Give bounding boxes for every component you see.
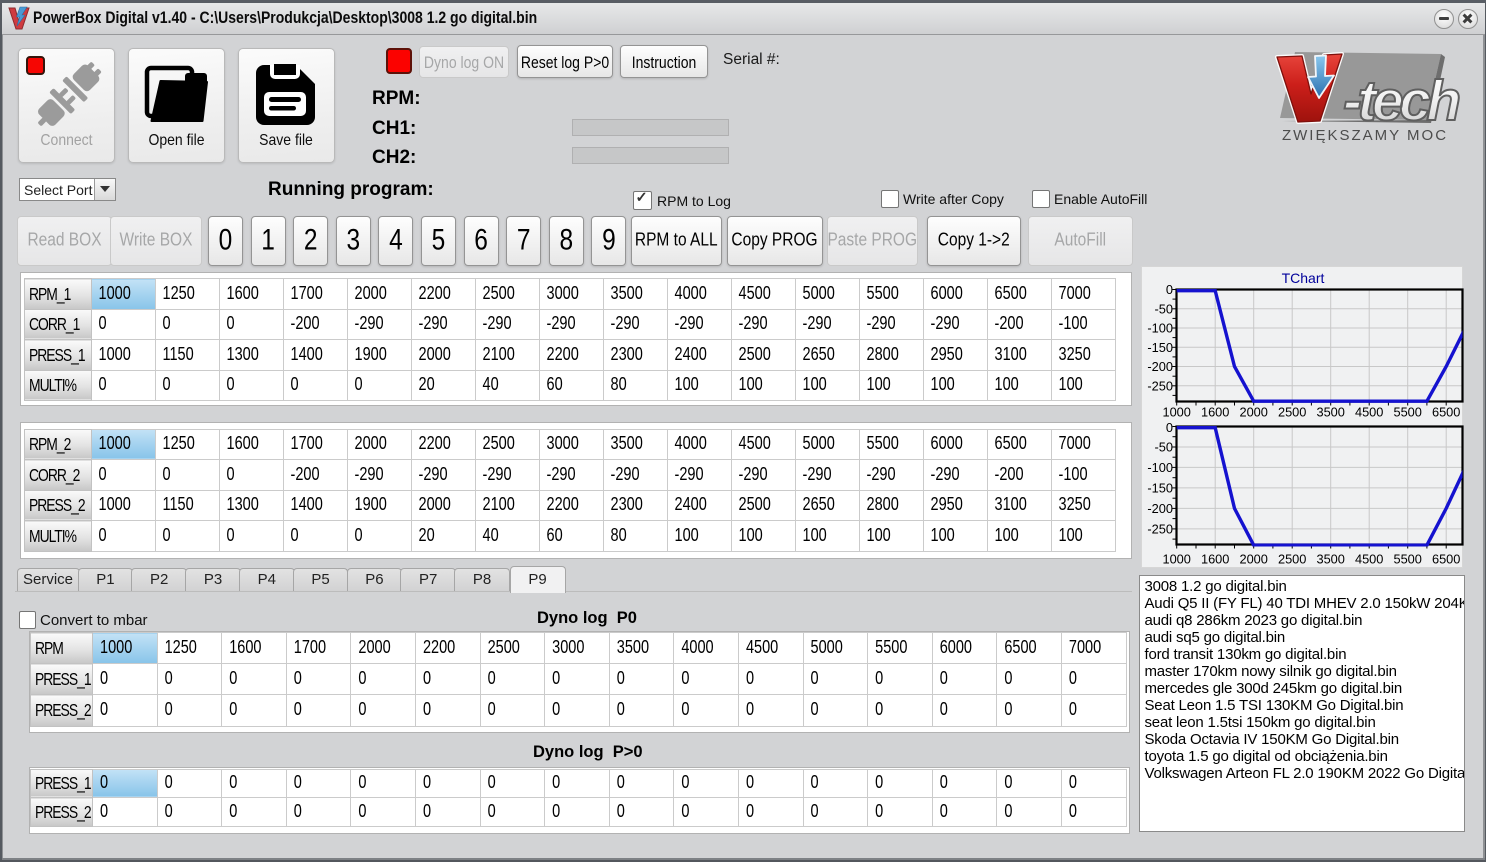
svg-text:TChart: TChart [1282, 270, 1325, 286]
svg-text:6500: 6500 [1432, 551, 1460, 566]
svg-text:1600: 1600 [1201, 404, 1229, 419]
svg-text:1600: 1600 [1201, 551, 1229, 566]
svg-text:1000: 1000 [1162, 404, 1190, 419]
svg-text:-tech: -tech [1343, 69, 1459, 133]
svg-text:-50: -50 [1155, 439, 1174, 454]
svg-text:0: 0 [1166, 282, 1173, 297]
svg-text:2000: 2000 [1239, 551, 1267, 566]
svg-text:-200: -200 [1147, 359, 1173, 374]
svg-text:-100: -100 [1147, 459, 1173, 474]
svg-text:4500: 4500 [1355, 404, 1383, 419]
svg-text:5500: 5500 [1393, 404, 1421, 419]
svg-text:6500: 6500 [1432, 404, 1460, 419]
svg-text:ZWIĘKSZAMY MOC: ZWIĘKSZAMY MOC [1282, 127, 1448, 144]
svg-text:-50: -50 [1155, 301, 1174, 316]
svg-text:-250: -250 [1147, 521, 1173, 536]
svg-text:-200: -200 [1147, 500, 1173, 515]
svg-text:-150: -150 [1147, 480, 1173, 495]
svg-text:1000: 1000 [1162, 551, 1190, 566]
svg-text:3500: 3500 [1316, 551, 1344, 566]
svg-text:0: 0 [1166, 420, 1173, 435]
svg-text:2000: 2000 [1239, 404, 1267, 419]
svg-text:5500: 5500 [1393, 551, 1421, 566]
svg-text:4500: 4500 [1355, 551, 1383, 566]
svg-text:3500: 3500 [1316, 404, 1344, 419]
svg-text:-150: -150 [1147, 339, 1173, 354]
svg-text:-250: -250 [1147, 378, 1173, 393]
svg-text:-100: -100 [1147, 320, 1173, 335]
svg-text:2500: 2500 [1278, 551, 1306, 566]
svg-text:2500: 2500 [1278, 404, 1306, 419]
